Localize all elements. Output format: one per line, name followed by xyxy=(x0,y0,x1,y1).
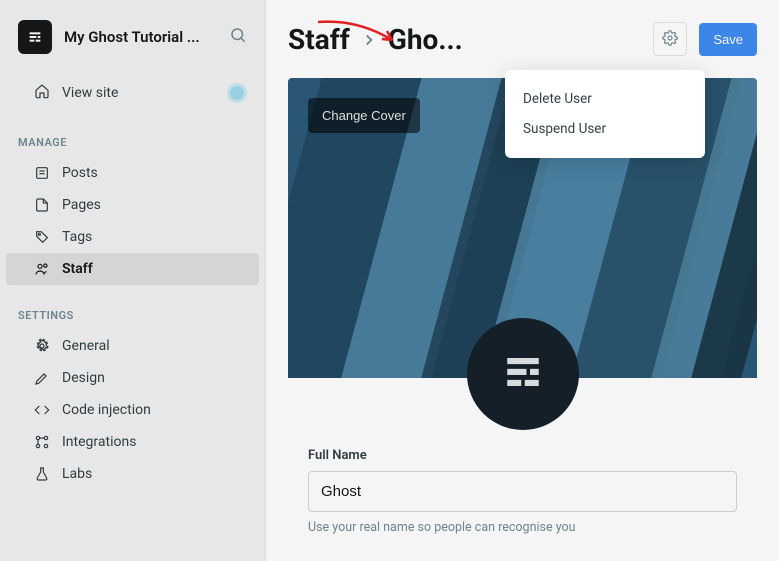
sidebar-item-tags[interactable]: Tags xyxy=(6,221,259,253)
sidebar-item-integrations[interactable]: Integrations xyxy=(6,426,259,458)
save-button[interactable]: Save xyxy=(699,23,757,56)
nav-label: Integrations xyxy=(62,434,136,450)
sidebar-item-labs[interactable]: Labs xyxy=(6,458,259,490)
status-indicator xyxy=(227,83,247,103)
header-actions: Save Delete User Suspend User xyxy=(653,22,757,56)
user-actions-dropdown: Delete User Suspend User xyxy=(505,70,705,158)
nav-label: Pages xyxy=(62,197,101,213)
pages-icon xyxy=(34,197,50,213)
breadcrumb-root[interactable]: Staff xyxy=(288,23,350,56)
fullname-input[interactable] xyxy=(308,471,737,512)
sidebar-item-pages[interactable]: Pages xyxy=(6,189,259,221)
sidebar: My Ghost Tutorial ... View site MANAGE P… xyxy=(0,0,266,561)
section-label-manage: MANAGE xyxy=(0,112,265,157)
nav-label: Code injection xyxy=(62,402,151,418)
breadcrumb: Staff Gho... xyxy=(288,23,463,56)
sidebar-item-design[interactable]: Design xyxy=(6,362,259,394)
gear-icon xyxy=(662,30,678,49)
code-icon xyxy=(34,402,50,418)
dropdown-suspend-user[interactable]: Suspend User xyxy=(505,114,705,144)
sidebar-item-staff[interactable]: Staff xyxy=(6,253,259,285)
main-content: Staff Gho... Save Delete User Suspend Us… xyxy=(266,0,779,561)
sidebar-header: My Ghost Tutorial ... xyxy=(0,20,265,74)
main-header: Staff Gho... Save Delete User Suspend Us… xyxy=(288,22,757,56)
sidebar-item-posts[interactable]: Posts xyxy=(6,157,259,189)
tags-icon xyxy=(34,229,50,245)
sidebar-item-general[interactable]: General xyxy=(6,330,259,362)
dropdown-delete-user[interactable]: Delete User xyxy=(505,84,705,114)
nav-settings: General Design Code injection Integratio… xyxy=(0,330,265,490)
integrations-icon xyxy=(34,434,50,450)
nav-manage: Posts Pages Tags Staff xyxy=(0,157,265,285)
sidebar-item-code-injection[interactable]: Code injection xyxy=(6,394,259,426)
nav-label: Design xyxy=(62,370,105,386)
design-icon xyxy=(34,370,50,386)
breadcrumb-current: Gho... xyxy=(388,23,463,56)
fullname-hint: Use your real name so people can recogni… xyxy=(308,520,737,535)
ghost-logo-icon xyxy=(502,351,544,397)
avatar[interactable] xyxy=(467,318,579,430)
view-site-label: View site xyxy=(62,85,118,101)
nav-label: Tags xyxy=(62,229,92,245)
staff-icon xyxy=(34,261,50,277)
general-icon xyxy=(34,338,50,354)
settings-gear-button[interactable] xyxy=(653,22,687,56)
home-icon xyxy=(34,83,50,103)
chevron-right-icon xyxy=(360,23,378,56)
section-label-settings: SETTINGS xyxy=(0,285,265,330)
nav-label: General xyxy=(62,338,110,354)
labs-icon xyxy=(34,466,50,482)
nav-label: Posts xyxy=(62,165,98,181)
nav-label: Staff xyxy=(62,261,93,277)
search-icon[interactable] xyxy=(229,26,247,48)
site-title[interactable]: My Ghost Tutorial ... xyxy=(64,28,217,46)
nav-label: Labs xyxy=(62,466,92,482)
change-cover-button[interactable]: Change Cover xyxy=(308,98,420,133)
posts-icon xyxy=(34,165,50,181)
sidebar-view-site[interactable]: View site xyxy=(0,74,265,112)
brand-icon[interactable] xyxy=(18,20,52,54)
fullname-label: Full Name xyxy=(308,448,737,463)
